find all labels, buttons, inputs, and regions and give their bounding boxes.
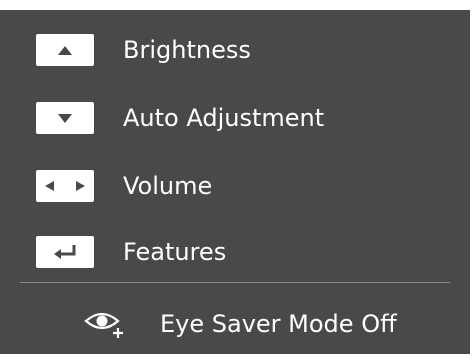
menu-item-brightness[interactable]: Brightness (0, 22, 470, 78)
down-key-badge (36, 102, 94, 134)
return-enter-icon (54, 245, 76, 259)
left-right-arrows-icon (45, 181, 85, 191)
divider (20, 282, 450, 283)
menu-item-volume[interactable]: Volume (0, 158, 470, 214)
up-key-badge (36, 34, 94, 66)
down-arrow-icon (58, 114, 72, 123)
eye-saver-mode-label: Eye Saver Mode Off (160, 310, 397, 338)
menu-item-auto-adjustment[interactable]: Auto Adjustment (0, 90, 470, 146)
eye-saver-icon[interactable] (82, 306, 134, 342)
menu-item-label: Brightness (123, 36, 251, 64)
up-arrow-icon (58, 46, 72, 55)
menu-item-label: Auto Adjustment (123, 104, 325, 132)
menu-item-label: Features (123, 238, 227, 266)
left-right-key-badge (36, 170, 94, 202)
menu-item-features[interactable]: Features (0, 224, 470, 280)
menu-item-label: Volume (123, 172, 213, 200)
osd-menu-panel: Brightness Auto Adjustment Volume Featur… (0, 10, 470, 354)
enter-key-badge (36, 236, 94, 268)
